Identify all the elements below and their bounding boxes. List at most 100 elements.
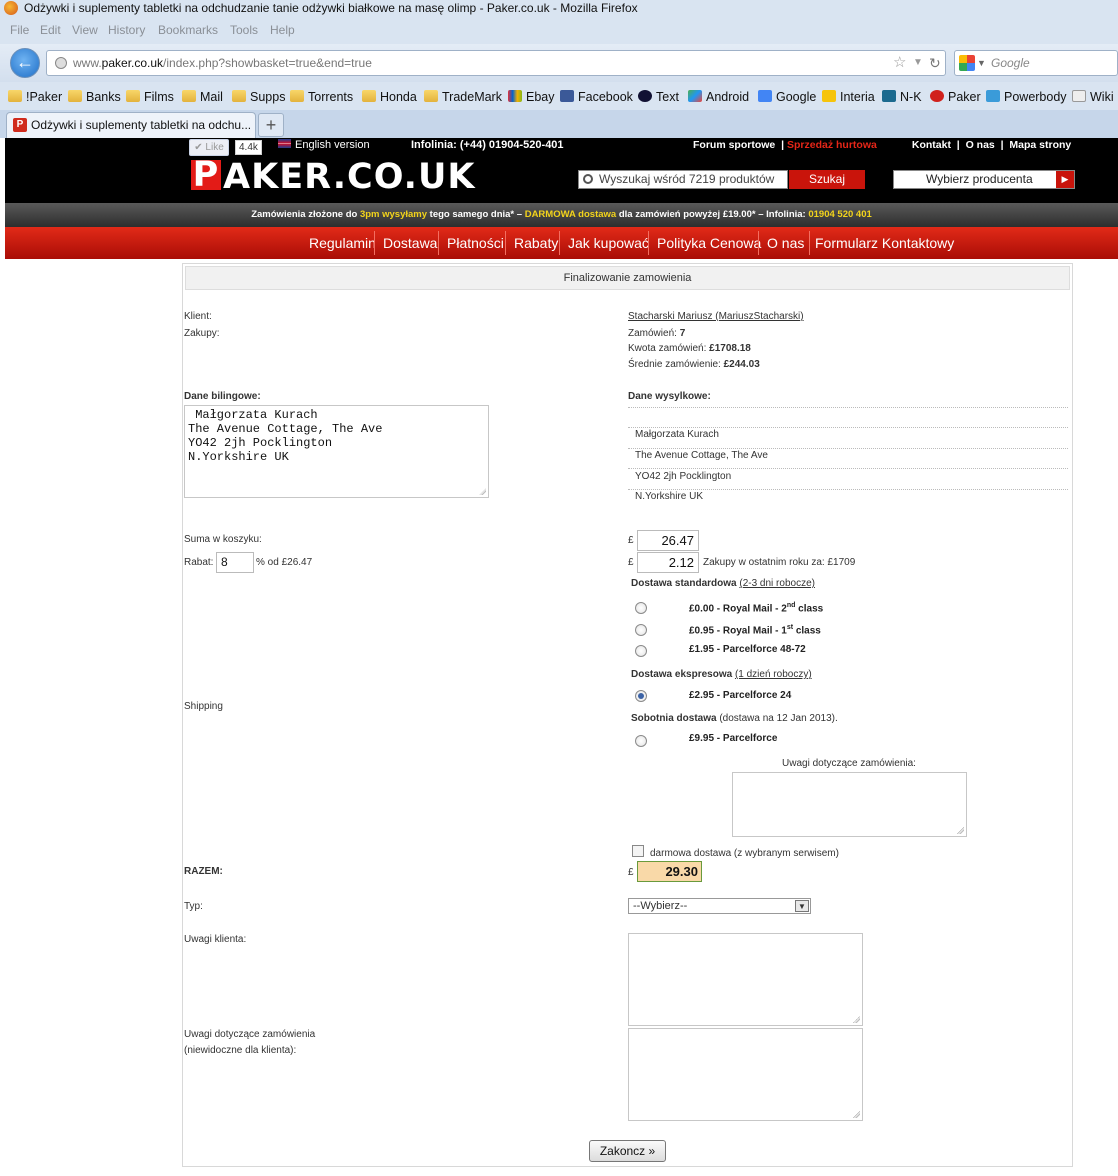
google-icon xyxy=(758,90,772,102)
bookmark-films[interactable]: Films xyxy=(126,89,174,105)
facebook-like-button[interactable]: ✔ Like xyxy=(189,139,229,156)
english-version-link[interactable]: English version xyxy=(278,139,370,151)
product-search-input[interactable]: Wyszukaj wśród 7219 produktów xyxy=(578,170,788,189)
tab-bar: P Odżywki i suplementy tabletki na odchu… xyxy=(0,110,1118,138)
nav-jak-kupowac[interactable]: Jak kupować xyxy=(568,227,649,259)
shipping-radio-royal-mail-1st[interactable] xyxy=(635,624,647,636)
bookmark-nk[interactable]: N-K xyxy=(882,89,922,105)
internal-notes-textarea[interactable] xyxy=(628,1028,863,1121)
url-dropdown-icon[interactable]: ▼ xyxy=(913,51,923,75)
shipping-data-label: Dane wysylkowe: xyxy=(628,391,711,402)
bookmark-text[interactable]: Text xyxy=(638,89,679,105)
total-amount-input[interactable]: 29.30 xyxy=(637,861,702,882)
bookmark-google[interactable]: Google xyxy=(758,89,816,105)
type-select[interactable]: --Wybierz-- ▼ xyxy=(628,898,811,914)
folder-icon xyxy=(8,90,22,102)
new-tab-button[interactable]: + xyxy=(258,113,284,137)
menu-history[interactable]: History xyxy=(108,23,145,37)
sitemap-link[interactable]: Mapa strony xyxy=(1009,139,1071,151)
bookmark-paker-folder[interactable]: !Paker xyxy=(8,89,62,105)
bookmark-honda[interactable]: Honda xyxy=(362,89,417,105)
menu-bookmarks[interactable]: Bookmarks xyxy=(158,23,218,37)
reload-icon[interactable]: ↻ xyxy=(929,51,941,75)
shipping-radio-parcelforce-24[interactable] xyxy=(635,690,647,702)
paker-favicon-icon: P xyxy=(13,118,27,132)
discount-percent-input[interactable]: 8 xyxy=(216,552,254,573)
nav-rabaty[interactable]: Rabaty xyxy=(514,227,558,259)
nav-polityka-cenowa[interactable]: Polityka Cenowa xyxy=(657,227,761,259)
shipping-radio-royal-mail-2nd[interactable] xyxy=(635,602,647,614)
nav-divider xyxy=(438,231,439,255)
finish-order-button[interactable]: Zakoncz » xyxy=(589,1140,666,1162)
bookmark-supps[interactable]: Supps xyxy=(232,89,285,105)
shipping-option-parcelforce-24: £2.95 - Parcelforce 24 xyxy=(689,690,792,701)
express-delivery-heading: Dostawa ekspresowa (1 dzień roboczy) xyxy=(631,669,812,680)
nav-platnosci[interactable]: Płatności xyxy=(447,227,504,259)
nav-regulamin[interactable]: Regulamin xyxy=(309,227,376,259)
nav-o-nas[interactable]: O nas xyxy=(767,227,804,259)
wholesale-link[interactable]: Sprzedaż hurtowa xyxy=(787,139,877,151)
shipping-line-county: N.Yorkshire UK xyxy=(635,491,703,502)
bookmark-powerbody[interactable]: Powerbody xyxy=(986,89,1067,105)
tab-active[interactable]: P Odżywki i suplementy tabletki na odchu… xyxy=(6,112,256,138)
site-logo[interactable]: P AKER.CO.UK xyxy=(191,158,476,195)
order-notes-textarea[interactable] xyxy=(732,772,967,837)
shipping-radio-parcelforce-saturday[interactable] xyxy=(635,735,647,747)
bookmark-mail[interactable]: Mail xyxy=(182,89,223,105)
currency-symbol: £ xyxy=(628,867,634,878)
discount-amount-input[interactable]: 2.12 xyxy=(637,552,699,573)
bookmark-wiki[interactable]: Wiki xyxy=(1072,89,1114,105)
menu-tools[interactable]: Tools xyxy=(230,23,258,37)
shipping-radio-parcelforce-48[interactable] xyxy=(635,645,647,657)
menu-help[interactable]: Help xyxy=(270,23,295,37)
bookmark-torrents[interactable]: Torrents xyxy=(290,89,353,105)
nav-dostawa[interactable]: Dostawa xyxy=(383,227,437,259)
nav-formularz[interactable]: Formularz Kontaktowy xyxy=(815,227,954,259)
divider: | xyxy=(781,139,785,151)
bookmark-facebook[interactable]: Facebook xyxy=(560,89,633,105)
bookmark-trademark[interactable]: TradeMark xyxy=(424,89,502,105)
client-name-link[interactable]: Stacharski Mariusz (MariuszStacharski) xyxy=(628,311,804,322)
resize-grip-icon xyxy=(853,1016,860,1023)
menu-view[interactable]: View xyxy=(72,23,98,37)
window-titlebar: Odżywki i suplementy tabletki na odchudz… xyxy=(0,0,1118,18)
forum-link[interactable]: Forum sportowe xyxy=(693,139,775,151)
about-link[interactable]: O nas xyxy=(966,139,995,151)
bookmark-banks[interactable]: Banks xyxy=(68,89,121,105)
bookmark-star-icon[interactable]: ☆ xyxy=(893,51,906,75)
back-button[interactable]: ← xyxy=(10,48,40,78)
search-engine-dropdown-icon[interactable]: ▼ xyxy=(977,51,986,75)
folder-icon xyxy=(424,90,438,102)
search-icon xyxy=(583,174,593,184)
billing-address-textarea[interactable]: Małgorzata Kurach The Avenue Cottage, Th… xyxy=(184,405,489,498)
resize-grip-icon[interactable] xyxy=(476,485,488,497)
bookmark-interia[interactable]: Interia xyxy=(822,89,875,105)
cart-sum-input[interactable]: 26.47 xyxy=(637,530,699,551)
bookmark-paker[interactable]: Paker xyxy=(930,89,981,105)
producer-select[interactable]: Wybierz producenta ▶ xyxy=(893,170,1075,189)
menu-edit[interactable]: Edit xyxy=(40,23,61,37)
divider xyxy=(628,427,1068,428)
menu-file[interactable]: File xyxy=(10,23,29,37)
google-icon[interactable] xyxy=(959,55,975,71)
url-bar[interactable]: www.paker.co.uk/index.php?showbasket=tru… xyxy=(46,50,946,76)
bookmark-android[interactable]: Android xyxy=(688,89,749,105)
play-store-icon xyxy=(688,90,702,102)
currency-symbol: £ xyxy=(628,535,634,546)
browser-search-box[interactable]: ▼ Google xyxy=(954,50,1118,76)
search-button[interactable]: Szukaj xyxy=(789,170,865,189)
shipping-option-royal-mail-1st: £0.95 - Royal Mail - 1st class xyxy=(689,624,821,637)
firefox-icon xyxy=(4,1,18,15)
free-delivery-checkbox[interactable] xyxy=(632,845,644,857)
top-links: Forum sportowe | Sprzedaż hurtowa Kontak… xyxy=(693,139,1071,151)
divider: | xyxy=(1000,139,1004,151)
internal-notes-label: Uwagi dotyczące zamówienia xyxy=(184,1029,316,1040)
bookmark-ebay[interactable]: Ebay xyxy=(508,89,555,105)
currency-symbol: £ xyxy=(628,557,634,568)
contact-link[interactable]: Kontakt xyxy=(912,139,951,151)
nav-divider xyxy=(374,231,375,255)
menu-bar: File Edit View History Bookmarks Tools H… xyxy=(0,18,1118,44)
site-identity-icon[interactable] xyxy=(55,57,67,69)
client-notes-textarea[interactable] xyxy=(628,933,863,1026)
uk-flag-icon xyxy=(278,139,291,148)
